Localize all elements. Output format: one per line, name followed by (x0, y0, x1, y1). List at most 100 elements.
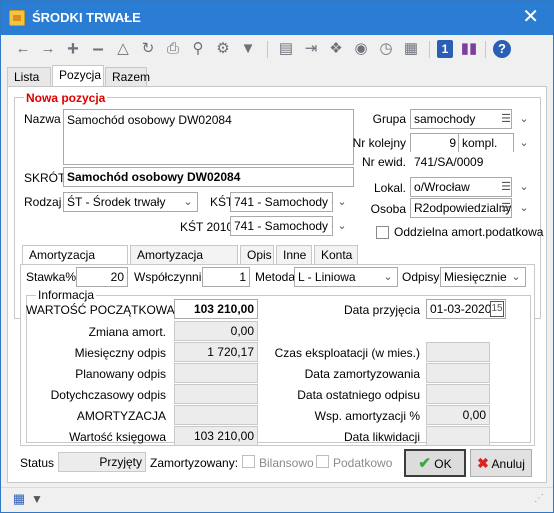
lokal-field[interactable]: o/Wrocław (410, 177, 512, 197)
puzzle-icon[interactable]: ❖ (326, 39, 346, 59)
rodzaj-label: Rodzaj (24, 195, 62, 209)
data-ostatniego-odpisu-value (426, 384, 490, 404)
resize-grip-icon[interactable]: ⋰ (529, 489, 549, 509)
kompl-select[interactable]: kompl. (458, 133, 514, 153)
nr-kolejny-field[interactable]: 9 (410, 133, 460, 153)
tab-inne[interactable]: Inne (276, 245, 312, 265)
printer-icon[interactable]: ⎙ (163, 39, 183, 59)
chevron-down-icon[interactable]: ⌄ (516, 134, 532, 152)
chevron-down-icon[interactable]: ⌄ (180, 193, 196, 211)
wartosc-ksiegowa-value: 103 210,00 (174, 426, 258, 446)
amortyzacja-value (174, 405, 258, 425)
nr-kolejny-label: Nr kolejny (352, 136, 406, 150)
toolbar: ← → + – △ ↻ ⎙ ⚲ ⚙ ▼ ▤ ⇥ ❖ ◉ ◷ ▦ 1 ▮▮ ? (1, 35, 553, 65)
wartosc-ksiegowa-label: Wartość księgowa (69, 430, 166, 444)
chevron-down-icon[interactable]: ⌄ (516, 199, 532, 217)
kst2010-field[interactable]: 741 - Samochody oso (230, 216, 333, 236)
books-icon[interactable]: ▮▮ (459, 39, 479, 59)
camera-icon[interactable]: ◉ (351, 39, 371, 59)
tab-amortyzacja-podat[interactable]: Amortyzacja podat. (130, 245, 238, 280)
bilansowo-label: Bilansowo (259, 456, 314, 470)
chart-icon[interactable]: ◷ (376, 39, 396, 59)
plus-icon[interactable]: + (63, 39, 83, 59)
minus-icon[interactable]: – (88, 39, 108, 59)
miesieczny-odpis-value: 1 720,17 (174, 342, 258, 362)
amortyzacja-label: AMORTYZACJA (76, 409, 166, 423)
arrow-left-icon[interactable]: ← (13, 39, 33, 59)
chevron-down-icon[interactable]: ⌄ (508, 268, 524, 286)
barcode-icon[interactable]: ▦ (401, 39, 421, 59)
calendar-icon[interactable]: 15 (490, 301, 504, 317)
grupa-label: Grupa (372, 112, 406, 126)
document-icon[interactable]: ▤ (276, 39, 296, 59)
chevron-down-icon[interactable]: ⌄ (516, 110, 532, 128)
import-icon[interactable]: ⇥ (301, 39, 321, 59)
data-ostatniego-odpisu-label: Data ostatniego odpisu (297, 388, 420, 402)
data-przyjecia-label: Data przyjęcia (343, 303, 420, 317)
close-button[interactable]: ✕ (522, 6, 539, 28)
menu-lines-icon[interactable]: ☰ (498, 178, 514, 196)
czas-eksploatacji-label: Czas eksploatacji (w mies.) (274, 346, 420, 360)
zmiana-amort-label: Zmiana amort. (88, 325, 166, 339)
search-icon[interactable]: ⚲ (188, 39, 208, 59)
rodzaj-select[interactable]: ŚT - Środek trwały (63, 192, 198, 212)
menu-lines-icon[interactable]: ☰ (498, 199, 514, 217)
kst-field[interactable]: 741 - Samochody oso (230, 192, 333, 212)
podatkowo-label: Podatkowo (333, 456, 393, 470)
kst2010-label: KŚT 2010 (180, 220, 234, 234)
chevron-down-icon[interactable]: ⌄ (516, 178, 532, 196)
wsp-amortyzacji-label: Wsp. amortyzacji % (314, 409, 420, 423)
bilansowo-checkbox[interactable] (242, 455, 255, 468)
toolbar-separator (429, 41, 430, 58)
planowany-odpis-value (174, 363, 258, 383)
refresh-icon[interactable]: ↻ (138, 39, 158, 59)
triangle-up-icon[interactable]: △ (113, 39, 133, 59)
chevron-down-icon[interactable]: ⌄ (380, 268, 396, 286)
toolbar-separator (485, 41, 486, 58)
dotychczasowy-odpis-value (174, 384, 258, 404)
tab-lista[interactable]: Lista (7, 67, 51, 87)
osoba-field[interactable]: R2odpowiedzialny Ar (410, 198, 512, 218)
oddzielna-checkbox[interactable] (376, 226, 389, 239)
oddzielna-label: Oddzielna amort.podatkowa (394, 225, 544, 239)
nazwa-field[interactable]: Samochód osobowy DW02084 (63, 109, 354, 165)
status-value: Przyjęty (58, 452, 146, 472)
cross-icon: ✖ (477, 455, 489, 471)
wspolczynnik-field[interactable]: 1 (202, 267, 250, 287)
checkmark-icon: ✔ (418, 455, 431, 472)
grid-icon[interactable]: ▦ (9, 489, 29, 509)
stawka-field[interactable]: 20 (76, 267, 128, 287)
dialog-window: ŚRODKI TRWAŁE ✕ ← → + – △ ↻ ⎙ ⚲ ⚙ ▼ ▤ ⇥ … (0, 0, 554, 513)
tab-opis[interactable]: Opis (240, 245, 274, 265)
info-box-icon[interactable]: 1 (437, 40, 453, 58)
window-title: ŚRODKI TRWAŁE (32, 10, 141, 25)
stawka-label: Stawka% (26, 270, 77, 284)
tab-pozycja[interactable]: Pozycja (52, 65, 104, 87)
tab-razem[interactable]: Razem (105, 67, 150, 87)
data-zamortyzowania-label: Data zamortyzowania (304, 367, 420, 381)
help-icon[interactable]: ? (493, 40, 511, 58)
osoba-label: Osoba (370, 202, 406, 216)
section-title: Nowa pozycja (24, 91, 108, 105)
pozycja-panel: Nowa pozycja Nazwa Samochód osobowy DW02… (7, 86, 547, 483)
zamortyzowany-label: Zamortyzowany: (150, 456, 239, 470)
tab-konta[interactable]: Konta (314, 245, 358, 265)
wartosc-poczatkowa-field[interactable]: 103 210,00 (174, 299, 258, 319)
grupa-field[interactable]: samochody (410, 109, 512, 129)
cancel-button[interactable]: ✖ Anuluj (470, 449, 532, 477)
arrow-right-icon[interactable]: → (38, 39, 58, 59)
tab-amortyzacja-bilans[interactable]: Amortyzacja bilans. (22, 245, 128, 280)
wsp-amortyzacji-value: 0,00 (426, 405, 490, 425)
skrot-field[interactable]: Samochód osobowy DW02084 (63, 167, 354, 187)
tools-icon[interactable]: ⚙ (213, 39, 233, 59)
cancel-label: Anuluj (491, 457, 525, 471)
filter-icon[interactable]: ▼ (238, 39, 258, 59)
menu-lines-icon[interactable]: ☰ (498, 110, 514, 128)
ok-button[interactable]: ✔ OK (404, 449, 466, 477)
chevron-down-icon[interactable]: ⌄ (334, 217, 350, 235)
filter-icon[interactable]: ▼ (27, 489, 47, 509)
skrot-label: SKRÓT (24, 171, 66, 185)
podatkowo-checkbox[interactable] (316, 455, 329, 468)
czas-eksploatacji-value (426, 342, 490, 362)
planowany-odpis-label: Planowany odpis (75, 367, 166, 381)
